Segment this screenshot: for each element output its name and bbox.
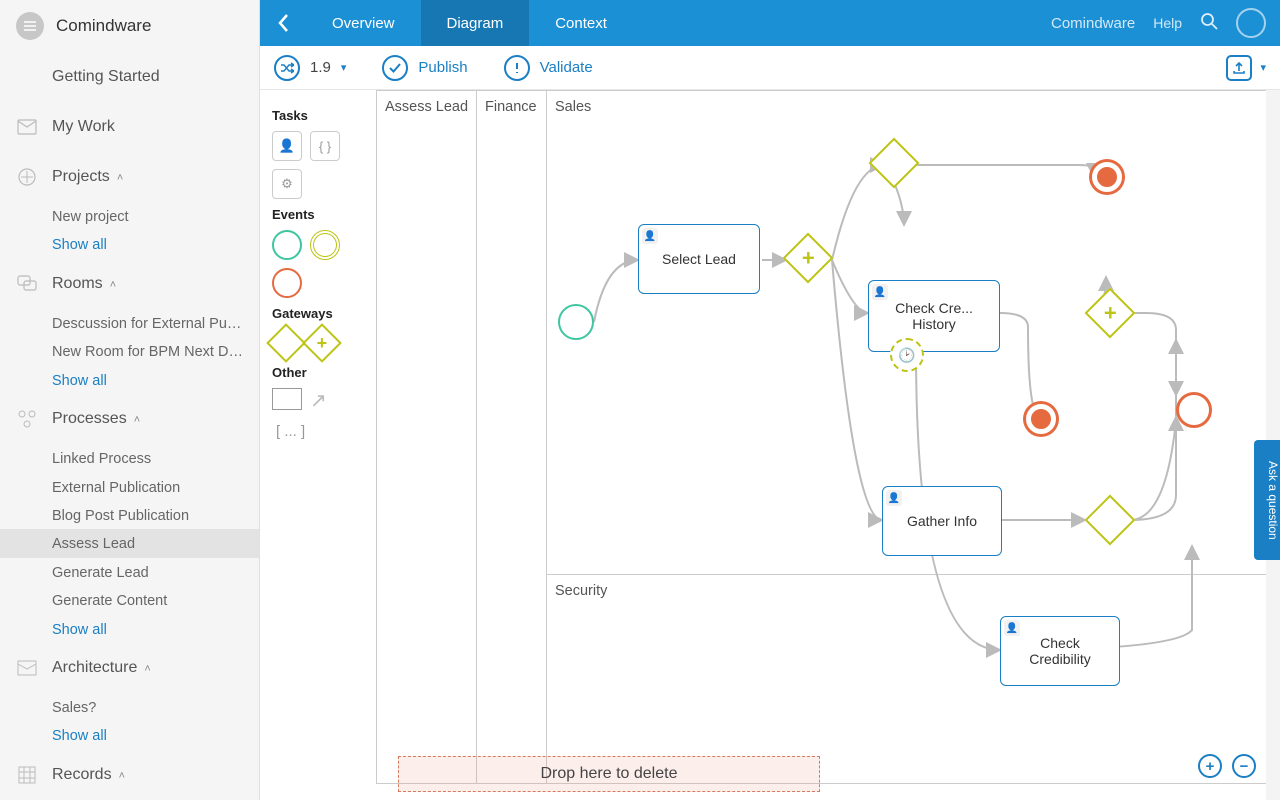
- brand: Comindware: [0, 0, 259, 52]
- workspace: Tasks 👤 { } ⚙ Events Gateways + Other: [260, 90, 1280, 800]
- avatar[interactable]: [1236, 8, 1266, 38]
- user-task-icon: 👤: [1004, 620, 1020, 636]
- end-event-1[interactable]: [1092, 162, 1122, 192]
- palette-gateways-header: Gateways: [272, 306, 364, 321]
- sidebar-item-my-work[interactable]: My Work: [0, 102, 259, 152]
- palette-parallel-gateway[interactable]: +: [302, 323, 342, 363]
- pool: Assess Lead Finance Sales Security: [376, 90, 1270, 784]
- version-selector[interactable]: 1.9 ▾: [274, 55, 346, 81]
- palette-end-event[interactable]: [272, 268, 302, 298]
- grid-icon: [16, 764, 38, 786]
- alert-icon: [504, 55, 530, 81]
- palette-user-task[interactable]: 👤: [272, 131, 302, 161]
- palette-flow[interactable]: ↗: [310, 388, 327, 413]
- sidebar-sub-proc-2[interactable]: Blog Post Publication: [0, 501, 259, 529]
- toolbar: 1.9 ▾ Publish Validate ▾: [260, 46, 1280, 90]
- arch-icon: [16, 657, 38, 679]
- zoom-in-button[interactable]: +: [1198, 754, 1222, 778]
- search-icon[interactable]: [1200, 12, 1218, 35]
- lane-security: Security: [555, 583, 607, 599]
- chevron-up-icon: ˄: [114, 172, 123, 184]
- projects-icon: [16, 166, 38, 188]
- ask-question-tab[interactable]: Ask a question: [1254, 440, 1280, 560]
- sidebar-sub-proc-5[interactable]: Generate Content: [0, 586, 259, 614]
- validate-button[interactable]: Validate: [504, 55, 593, 81]
- back-button[interactable]: [260, 0, 306, 46]
- zoom-out-button[interactable]: −: [1232, 754, 1256, 778]
- sidebar-architecture-show-all[interactable]: Show all: [0, 721, 259, 749]
- delete-dropzone[interactable]: Drop here to delete: [398, 756, 820, 792]
- task-check-credit[interactable]: 👤 Check Cre... History: [868, 280, 1000, 352]
- lane-finance: Finance: [485, 99, 537, 115]
- start-event[interactable]: [558, 304, 594, 340]
- sidebar-sub-new-project[interactable]: New project: [0, 202, 259, 230]
- caret-down-icon[interactable]: ▾: [1260, 61, 1266, 74]
- task-select-lead[interactable]: 👤 Select Lead: [638, 224, 760, 294]
- shuffle-icon: [274, 55, 300, 81]
- brand-text: Comindware: [56, 16, 151, 36]
- palette-script-task[interactable]: { }: [310, 131, 340, 161]
- user-task-icon: 👤: [872, 284, 888, 300]
- palette-events-header: Events: [272, 207, 364, 222]
- sidebar-item-rooms[interactable]: Rooms ˄: [0, 259, 259, 309]
- processes-icon: [16, 408, 38, 430]
- diagram-canvas[interactable]: Assess Lead Finance Sales Security: [376, 90, 1280, 800]
- chat-icon: [16, 273, 38, 295]
- sidebar-rooms-show-all[interactable]: Show all: [0, 366, 259, 394]
- sidebar-sub-room-1[interactable]: Descussion for External Publ...: [0, 309, 259, 337]
- topbar: Overview Diagram Context Comindware Help: [260, 0, 1280, 46]
- timer-event[interactable]: 🕑: [890, 338, 924, 372]
- palette-other-header: Other: [272, 365, 364, 380]
- chevron-up-icon: ˄: [131, 414, 140, 426]
- sidebar-item-records[interactable]: Records ˄: [0, 750, 259, 800]
- menu-icon[interactable]: [16, 12, 44, 40]
- end-event-3[interactable]: [1176, 392, 1212, 428]
- help-button[interactable]: Help: [1153, 15, 1182, 31]
- sidebar-item-processes[interactable]: Processes ˄: [0, 394, 259, 444]
- sidebar-item-projects[interactable]: Projects ˄: [0, 152, 259, 202]
- sidebar: Comindware Getting Started My Work Proje…: [0, 0, 260, 800]
- sidebar-item-architecture[interactable]: Architecture ˄: [0, 643, 259, 693]
- topbar-logo: Comindware: [1051, 15, 1135, 32]
- user-task-icon: 👤: [886, 490, 902, 506]
- sidebar-sub-proc-4[interactable]: Generate Lead: [0, 558, 259, 586]
- tab-overview[interactable]: Overview: [306, 0, 421, 46]
- tab-context[interactable]: Context: [529, 0, 633, 46]
- sidebar-processes-show-all[interactable]: Show all: [0, 615, 259, 643]
- sidebar-item-getting-started[interactable]: Getting Started: [0, 52, 259, 102]
- sidebar-sub-arch-0[interactable]: Sales?: [0, 693, 259, 721]
- pool-title: Assess Lead: [385, 99, 468, 115]
- palette-exclusive-gateway[interactable]: [266, 323, 306, 363]
- check-icon: [382, 55, 408, 81]
- end-event-2[interactable]: [1026, 404, 1056, 434]
- palette-tasks-header: Tasks: [272, 108, 364, 123]
- publish-button[interactable]: Publish: [382, 55, 467, 81]
- caret-down-icon: ▾: [341, 61, 347, 74]
- sidebar-sub-room-2[interactable]: New Room for BPM Next De...: [0, 337, 259, 365]
- sidebar-sub-proc-0[interactable]: Linked Process: [0, 444, 259, 472]
- chevron-up-icon: ˄: [107, 279, 116, 291]
- chevron-up-icon: ˄: [116, 770, 125, 782]
- sidebar-sub-proc-3[interactable]: Assess Lead: [0, 529, 259, 557]
- task-check-credibility[interactable]: 👤 Check Credibility: [1000, 616, 1120, 686]
- export-button[interactable]: [1226, 55, 1252, 81]
- palette: Tasks 👤 { } ⚙ Events Gateways + Other: [260, 90, 376, 800]
- sidebar-projects-show-all[interactable]: Show all: [0, 230, 259, 258]
- palette-annotation[interactable]: [272, 388, 302, 410]
- tab-diagram[interactable]: Diagram: [421, 0, 530, 46]
- palette-intermediate-event[interactable]: [310, 230, 340, 260]
- task-gather-info[interactable]: 👤 Gather Info: [882, 486, 1002, 556]
- user-task-icon: 👤: [642, 228, 658, 244]
- zoom-controls: + −: [1198, 754, 1256, 778]
- palette-start-event[interactable]: [272, 230, 302, 260]
- palette-service-task[interactable]: ⚙: [272, 169, 302, 199]
- main: Overview Diagram Context Comindware Help…: [260, 0, 1280, 800]
- chevron-up-icon: ˄: [141, 663, 150, 675]
- lane-sales: Sales: [555, 99, 591, 115]
- sidebar-sub-proc-1[interactable]: External Publication: [0, 473, 259, 501]
- palette-group[interactable]: [ ... ]: [272, 421, 309, 442]
- inbox-icon: [16, 116, 38, 138]
